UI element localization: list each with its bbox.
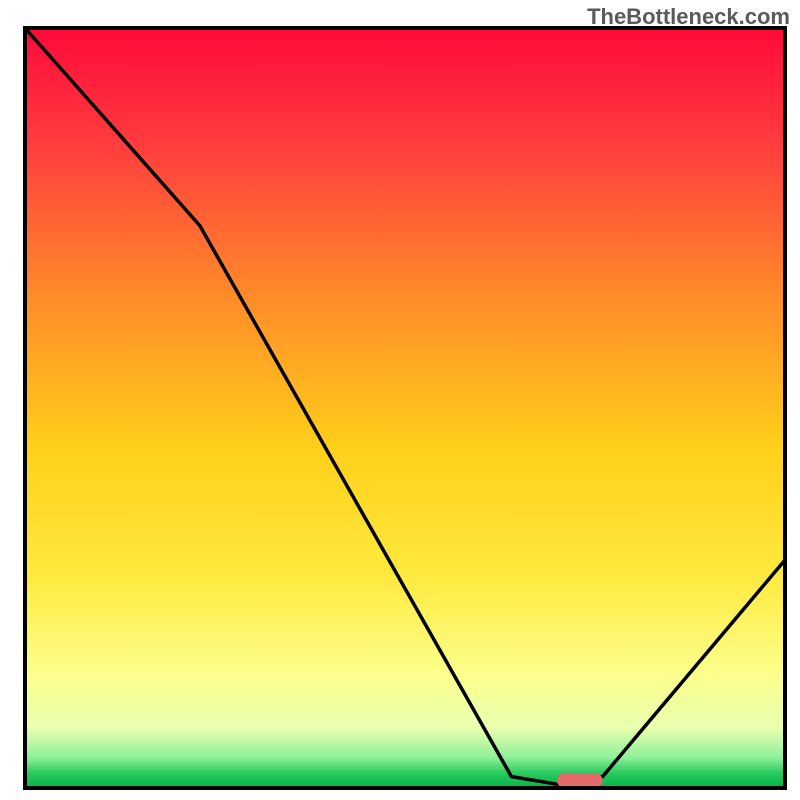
optimal-marker <box>557 773 603 787</box>
watermark-text: TheBottleneck.com <box>587 4 790 30</box>
chart-background <box>25 28 785 788</box>
bottleneck-chart: TheBottleneck.com <box>0 0 800 800</box>
chart-svg <box>0 0 800 800</box>
